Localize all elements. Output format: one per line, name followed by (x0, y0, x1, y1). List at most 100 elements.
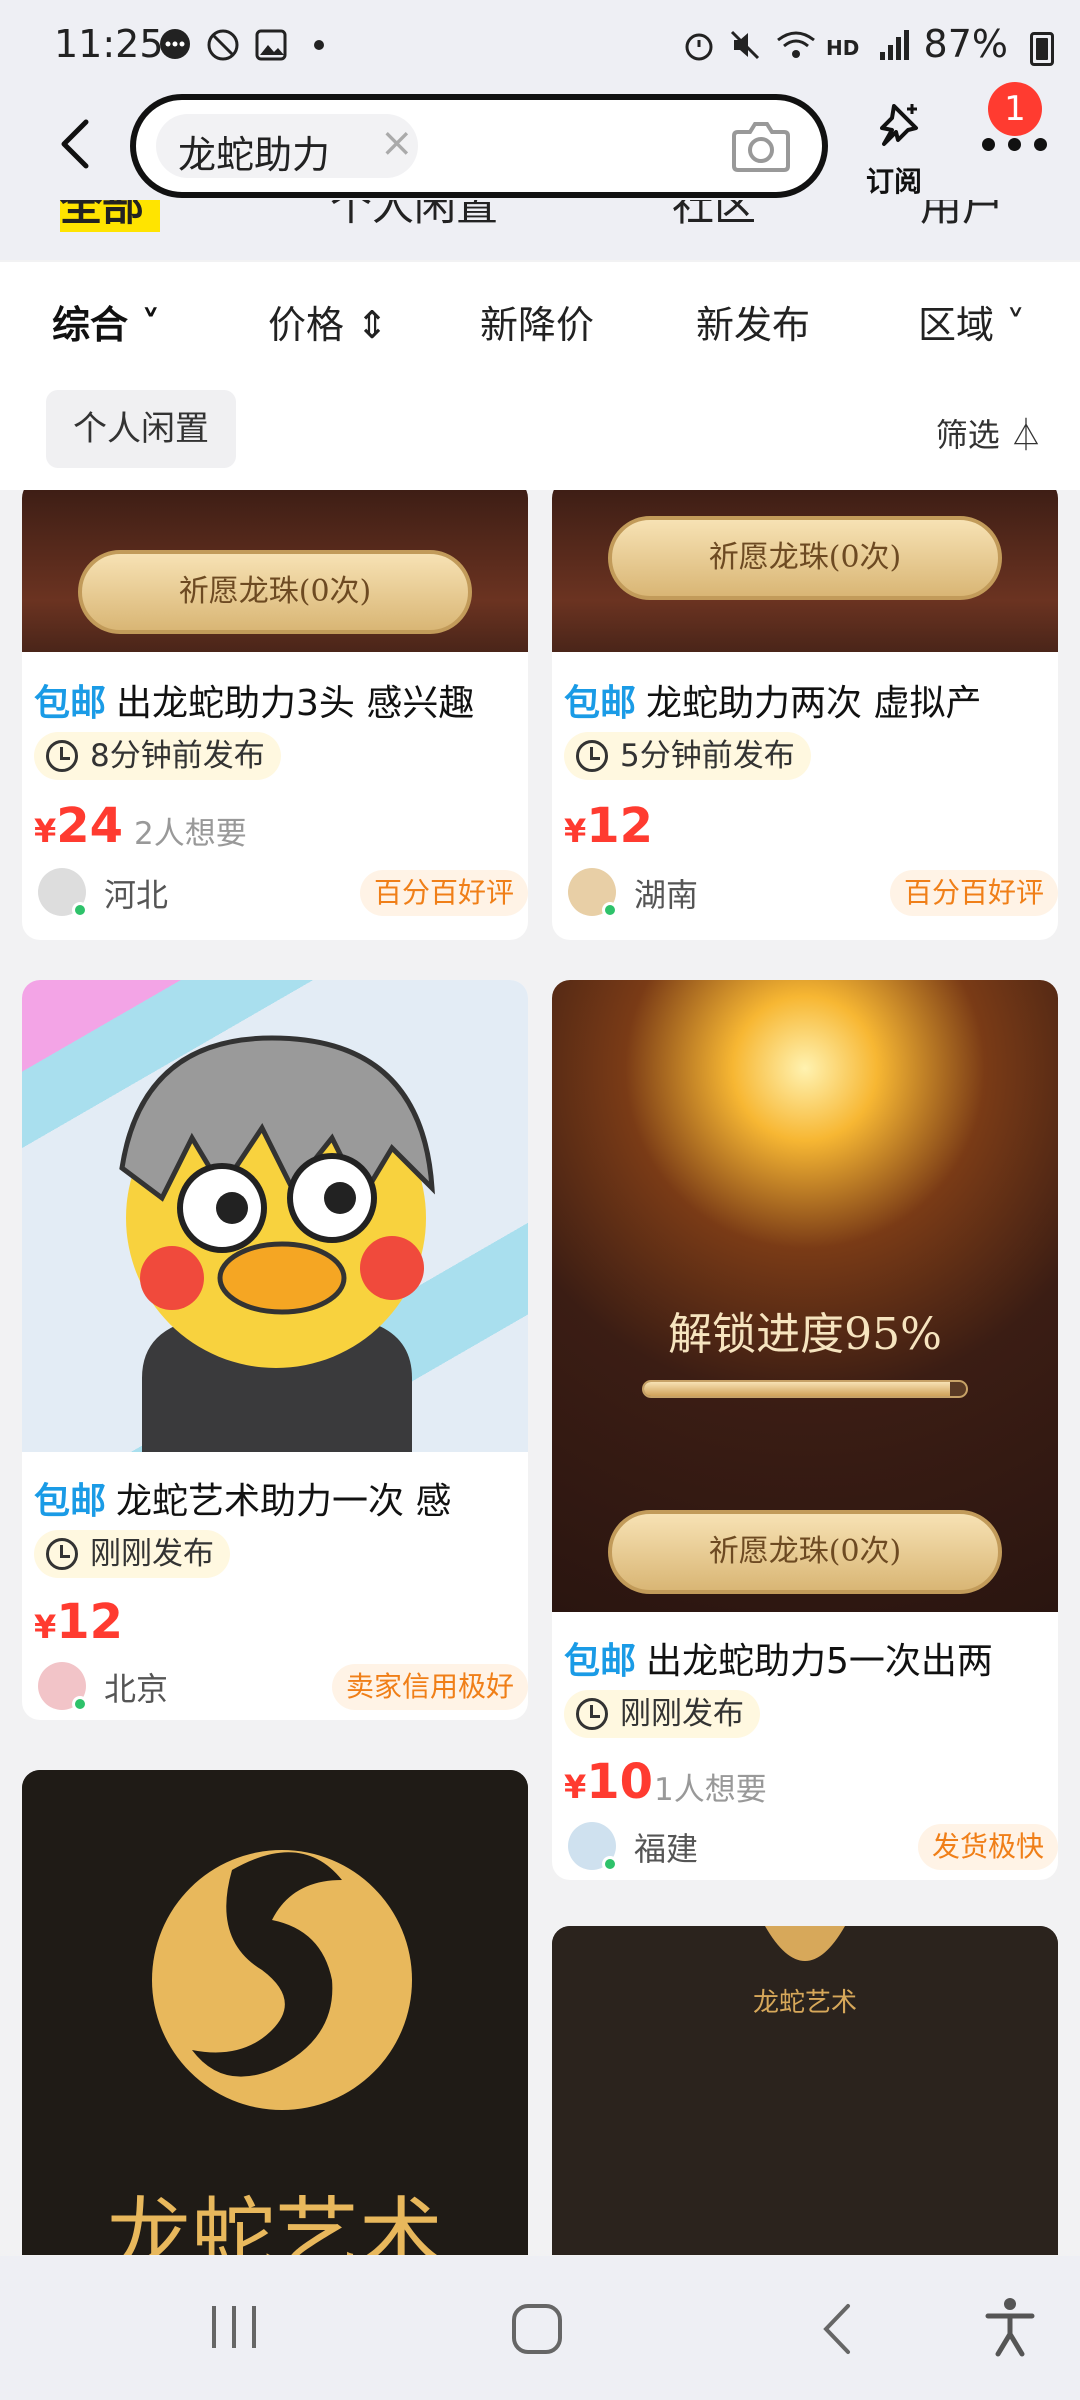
message-icon (160, 29, 190, 59)
tab-community[interactable]: 社区 (672, 200, 756, 233)
back-icon[interactable] (818, 2302, 858, 2356)
avatar (38, 1662, 88, 1712)
blocked-icon (207, 29, 239, 61)
listing-image-caption: 祈愿龙珠(0次) (78, 550, 472, 634)
seller-region: 河北 (104, 876, 169, 914)
signal-icon (880, 30, 909, 60)
listing-image-caption: 龙蛇艺术 (106, 2188, 443, 2255)
search-header: 龙蛇助力 × 订阅 1 (0, 82, 1080, 200)
sort-newest[interactable]: 新发布 (696, 294, 810, 349)
dragon-logo-icon (765, 1926, 845, 1961)
status-time: 11:25 (54, 22, 164, 66)
seller-region: 湖南 (634, 876, 699, 914)
posted-time: 8分钟前发布 (34, 732, 281, 780)
filter-row: 个人闲置 筛选 ⏃ (0, 374, 1080, 490)
listing-price: ¥10 (564, 1754, 654, 1810)
want-count: 2人想要 (134, 816, 247, 852)
clock-icon (46, 740, 78, 772)
seller-region: 北京 (104, 1670, 169, 1708)
duck-illustration (119, 1035, 435, 1452)
listing-title: 包邮 出龙蛇助力5一次出两 (564, 1641, 993, 1682)
sort-region[interactable]: 区域 ˅ (918, 294, 1025, 349)
sort-price-drop[interactable]: 新降价 (480, 294, 594, 349)
wifi-icon (777, 31, 815, 58)
tab-personal[interactable]: 个人闲置 (330, 200, 498, 233)
camera-icon[interactable] (730, 118, 792, 174)
listing-image-caption: 龙蛇艺术 (752, 1988, 857, 2018)
seller-row: 北京 卖家信用极好 (38, 1660, 528, 1716)
listing-image: 解锁进度95% 祈愿龙珠(0次) (552, 980, 1058, 1612)
home-icon[interactable] (510, 2302, 564, 2356)
category-tabs: 全部 个人闲置 社区 用户 (0, 200, 1080, 260)
accessibility-icon[interactable] (982, 2296, 1038, 2358)
listing-card[interactable]: 包邮 龙蛇艺术助力一次 感 刚刚发布 ¥12 北京 卖家信用极好 (22, 980, 528, 1720)
dot-icon (314, 40, 324, 50)
system-nav-bar (0, 2256, 1080, 2400)
listing-image: 龙蛇艺术 (22, 1770, 528, 2255)
pin-icon (880, 104, 918, 146)
reputation-badge: 发货极快 (917, 1824, 1058, 1870)
posted-time: 刚刚发布 (564, 1690, 760, 1738)
clock-icon (576, 740, 608, 772)
subscribe-label: 订阅 (866, 165, 923, 198)
status-bar: 11:25 HD 87% (0, 0, 1080, 92)
listing-image: 祈愿龙珠(0次) (552, 490, 1058, 652)
reputation-badge: 百分百好评 (359, 870, 528, 916)
search-input[interactable]: 龙蛇助力 × (130, 94, 828, 198)
listing-price: ¥12 (564, 798, 654, 854)
alarm-icon (685, 33, 713, 61)
avatar (38, 868, 88, 918)
recent-apps-icon[interactable] (206, 2302, 262, 2352)
posted-time: 5分钟前发布 (564, 732, 811, 780)
clear-query-icon[interactable]: × (380, 120, 414, 166)
mute-icon (730, 30, 760, 60)
listing-image (22, 980, 528, 1452)
seller-region: 福建 (634, 1830, 699, 1868)
posted-time: 刚刚发布 (34, 1530, 230, 1578)
sort-comprehensive[interactable]: 综合 ˅ (52, 294, 160, 349)
unlock-progress-fill (644, 1382, 950, 1396)
listing-image-caption: 祈愿龙珠(0次) (608, 1510, 1002, 1594)
back-arrow-icon[interactable] (50, 114, 110, 174)
listing-title: 包邮 龙蛇助力两次 虚拟产 (564, 683, 982, 724)
notification-badge: 1 (988, 82, 1042, 136)
seller-row: 河北 百分百好评 (38, 866, 528, 922)
listing-image: 祈愿龙珠(0次) (22, 490, 528, 652)
avatar (568, 868, 618, 918)
listing-title: 包邮 出龙蛇助力3头 感兴趣 (34, 683, 475, 724)
sort-bar: 综合 ˅ 价格 ⇕ 新降价 新发布 区域 ˅ (0, 262, 1080, 374)
avatar (568, 1822, 618, 1872)
unlock-progress-text: 解锁进度95% (668, 1309, 942, 1360)
listing-image: 龙蛇艺术 (552, 1926, 1058, 2255)
reputation-badge: 百分百好评 (889, 870, 1058, 916)
tab-all[interactable]: 全部 (60, 200, 144, 233)
tab-users[interactable]: 用户 (920, 200, 1004, 233)
search-query-chip[interactable]: 龙蛇助力 × (156, 114, 418, 178)
filter-button[interactable]: 筛选 ⏃ (936, 410, 1042, 456)
battery-percent: 87% (923, 22, 1008, 66)
listing-price: ¥12 (34, 1594, 124, 1650)
listing-card[interactable]: 龙蛇艺术 (552, 1926, 1058, 2255)
search-query: 龙蛇助力 (178, 133, 331, 177)
unlock-progress-bar (642, 1380, 968, 1398)
listing-card[interactable]: 解锁进度95% 祈愿龙珠(0次) 包邮 出龙蛇助力5一次出两 刚刚发布 ¥10 1… (552, 980, 1058, 1880)
more-button[interactable] (982, 138, 1048, 152)
seller-row: 福建 发货极快 (568, 1820, 1058, 1876)
listing-title: 包邮 龙蛇艺术助力一次 感 (34, 1481, 452, 1522)
battery-icon (1030, 32, 1054, 66)
seller-row: 湖南 百分百好评 (568, 866, 1058, 922)
listing-price: ¥24 (34, 798, 124, 854)
clock-icon (46, 1538, 78, 1570)
hd-label: HD (826, 36, 860, 60)
gallery-icon (255, 29, 287, 61)
listing-image-caption: 祈愿龙珠(0次) (608, 516, 1002, 600)
sort-price[interactable]: 价格 ⇕ (268, 294, 388, 349)
results-grid: 祈愿龙珠(0次) 包邮 出龙蛇助力3头 感兴趣 8分钟前发布 ¥24 2人想要 河… (0, 490, 1080, 2255)
listing-card[interactable]: 龙蛇艺术 (22, 1770, 528, 2255)
reputation-badge: 卖家信用极好 (331, 1664, 528, 1710)
listing-card[interactable]: 祈愿龙珠(0次) 包邮 龙蛇助力两次 虚拟产 5分钟前发布 ¥12 湖南 百分百好… (552, 490, 1058, 940)
want-count: 1人想要 (654, 1772, 767, 1808)
listing-card[interactable]: 祈愿龙珠(0次) 包邮 出龙蛇助力3头 感兴趣 8分钟前发布 ¥24 2人想要 河… (22, 490, 528, 940)
clock-icon (576, 1698, 608, 1730)
filter-tag-personal[interactable]: 个人闲置 (46, 390, 236, 468)
